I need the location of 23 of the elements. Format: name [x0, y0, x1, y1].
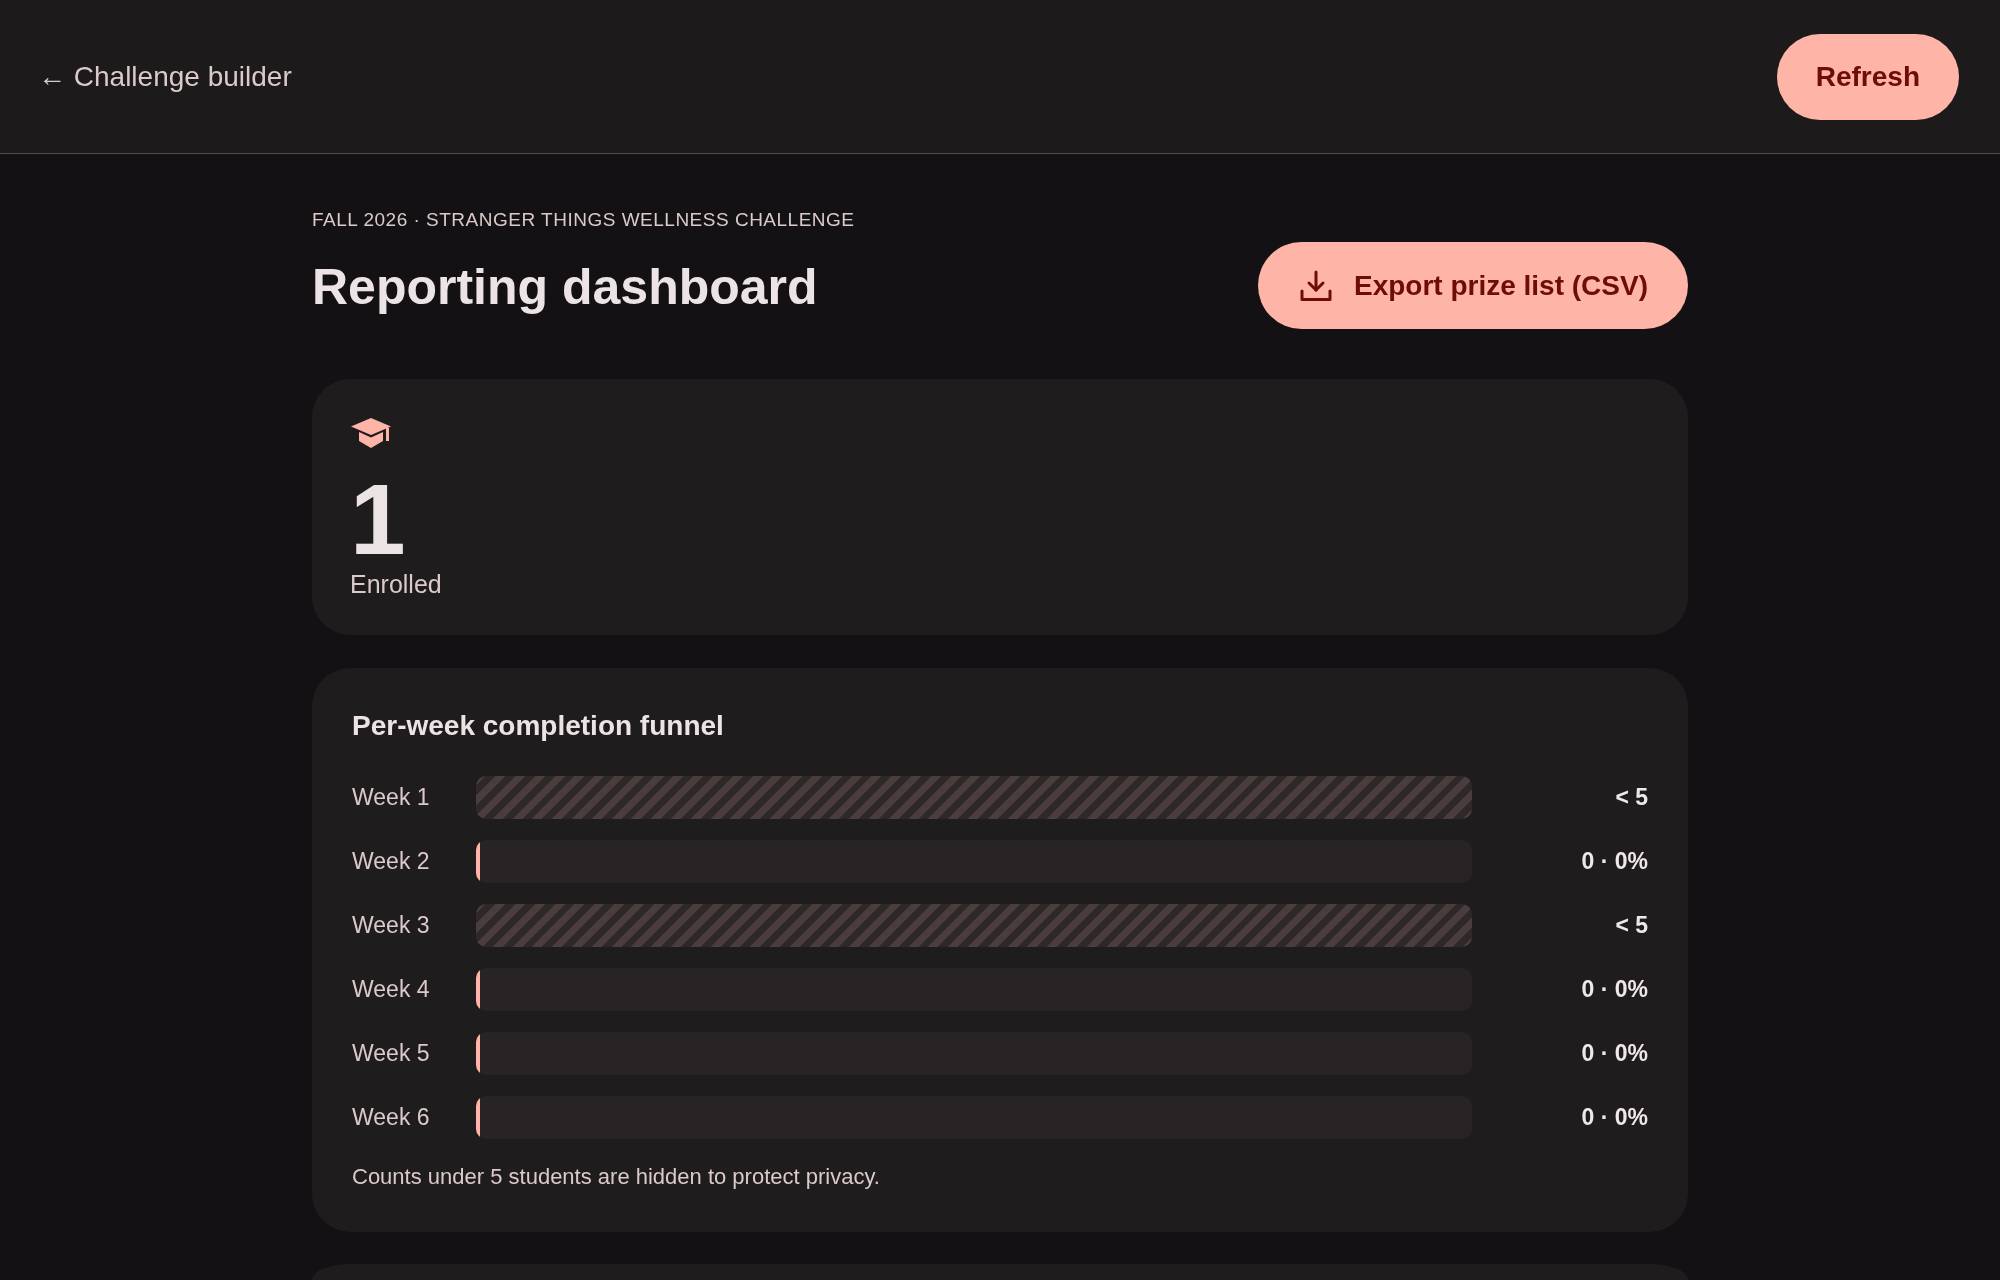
- back-link[interactable]: ← Challenge builder: [38, 60, 292, 93]
- refresh-button[interactable]: Refresh: [1776, 33, 1959, 120]
- count-value: 0 · 0%: [1581, 976, 1648, 1003]
- eyebrow-text: FALL 2026 · STRANGER THINGS WELLNESS CHALLENGE: [312, 208, 855, 232]
- graduation-cap-icon: [351, 418, 391, 449]
- privacy-note: Counts under 5 students are hidden to protect privacy.: [352, 1163, 881, 1191]
- stat-label: Enrolled: [350, 569, 443, 599]
- week-label: Week 4: [352, 976, 430, 1003]
- week-label: Week 1: [352, 784, 430, 811]
- count-value: 0 · 0%: [1581, 848, 1648, 875]
- count-value: 0 · 0%: [1581, 1104, 1648, 1131]
- stat-value: 1: [350, 469, 406, 569]
- page-title: Reporting dashboard: [312, 258, 819, 317]
- count-value: 0 · 0%: [1581, 1040, 1648, 1067]
- download-icon: [1299, 269, 1332, 302]
- week-label: Week 2: [352, 848, 430, 875]
- week-label: Week 5: [352, 1040, 430, 1067]
- count-value: < 5: [1615, 784, 1648, 811]
- export-button[interactable]: Export prize list (CSV): [1257, 242, 1688, 329]
- week-label: Week 6: [352, 1104, 430, 1131]
- week-label: Week 3: [352, 912, 430, 939]
- count-value: < 5: [1615, 912, 1648, 939]
- card-title: Per-week completion funnel: [352, 709, 725, 743]
